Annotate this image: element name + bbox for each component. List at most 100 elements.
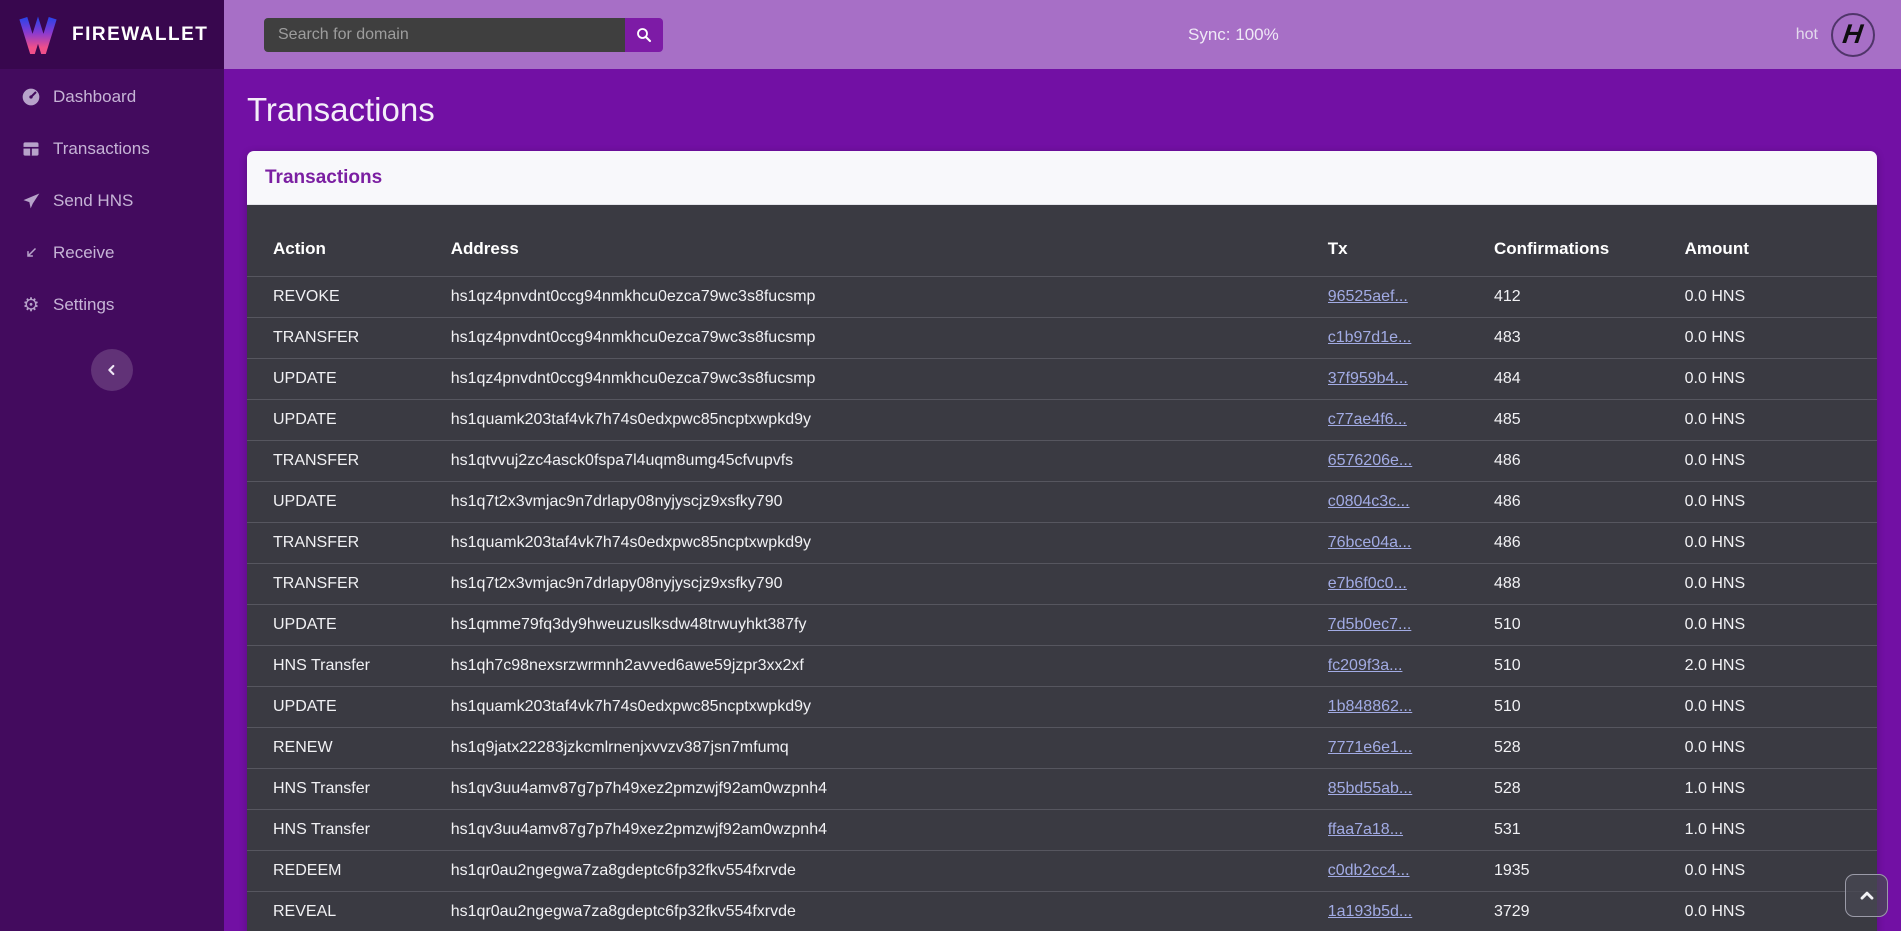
table-row: HNS Transferhs1qv3uu4amv87g7p7h49xez2pmz…	[247, 769, 1877, 810]
sidebar-item-label: Transactions	[53, 139, 150, 159]
tx-cell: e7b6f0c0...	[1328, 564, 1494, 605]
confirmations-cell: 412	[1494, 277, 1685, 318]
transactions-table: Action Address Tx Confirmations Amount R…	[247, 205, 1877, 931]
amount-cell: 1.0 HNS	[1685, 769, 1877, 810]
amount-cell: 0.0 HNS	[1685, 564, 1877, 605]
action-cell: UPDATE	[247, 605, 451, 646]
settings-gear-icon: ⚙	[20, 294, 42, 316]
action-cell: REVOKE	[247, 277, 451, 318]
sidebar-item-send-hns[interactable]: Send HNS	[0, 175, 224, 227]
confirmations-cell: 484	[1494, 359, 1685, 400]
search-button[interactable]	[625, 18, 663, 52]
tx-cell: 1a193b5d...	[1328, 892, 1494, 931]
send-paper-plane-icon	[20, 190, 42, 212]
page-title: Transactions	[247, 89, 1877, 131]
tx-cell: fc209f3a...	[1328, 646, 1494, 687]
amount-cell: 0.0 HNS	[1685, 318, 1877, 359]
sidebar-item-transactions[interactable]: Transactions	[0, 123, 224, 175]
confirmations-cell: 510	[1494, 646, 1685, 687]
address-cell: hs1qr0au2ngegwa7za8gdeptc6fp32fkv554fxrv…	[451, 892, 1328, 931]
dashboard-gauge-icon	[20, 86, 42, 108]
action-cell: UPDATE	[247, 400, 451, 441]
amount-cell: 0.0 HNS	[1685, 400, 1877, 441]
sidebar-item-receive[interactable]: Receive	[0, 227, 224, 279]
tx-link[interactable]: 96525aef...	[1328, 288, 1408, 305]
tx-link[interactable]: ffaa7a18...	[1328, 821, 1403, 838]
tx-link[interactable]: fc209f3a...	[1328, 657, 1403, 674]
tx-cell: 85bd55ab...	[1328, 769, 1494, 810]
tx-cell: c1b97d1e...	[1328, 318, 1494, 359]
sidebar-item-settings[interactable]: ⚙ Settings	[0, 279, 224, 331]
sync-status: Sync: 100%	[1188, 25, 1279, 45]
tx-cell: ffaa7a18...	[1328, 810, 1494, 851]
tx-cell: 76bce04a...	[1328, 523, 1494, 564]
tx-link[interactable]: 1a193b5d...	[1328, 903, 1413, 920]
confirmations-cell: 488	[1494, 564, 1685, 605]
address-cell: hs1quamk203taf4vk7h74s0edxpwc85ncptxwpkd…	[451, 687, 1328, 728]
table-row: REVEALhs1qr0au2ngegwa7za8gdeptc6fp32fkv5…	[247, 892, 1877, 931]
search-input[interactable]	[264, 18, 625, 52]
action-cell: TRANSFER	[247, 523, 451, 564]
tx-cell: 7771e6e1...	[1328, 728, 1494, 769]
address-cell: hs1qmme79fq3dy9hweuzuslksdw48trwuyhkt387…	[451, 605, 1328, 646]
tx-link[interactable]: 6576206e...	[1328, 452, 1413, 469]
action-cell: HNS Transfer	[247, 646, 451, 687]
table-row: TRANSFERhs1quamk203taf4vk7h74s0edxpwc85n…	[247, 523, 1877, 564]
tx-cell: 7d5b0ec7...	[1328, 605, 1494, 646]
confirmations-cell: 483	[1494, 318, 1685, 359]
address-cell: hs1qz4pnvdnt0ccg94nmkhcu0ezca79wc3s8fucs…	[451, 359, 1328, 400]
tx-link[interactable]: c0db2cc4...	[1328, 862, 1410, 879]
sidebar-item-label: Send HNS	[53, 191, 133, 211]
handshake-logo-icon[interactable]: H	[1831, 13, 1875, 57]
tx-link[interactable]: 1b848862...	[1328, 698, 1413, 715]
tx-link[interactable]: c1b97d1e...	[1328, 329, 1412, 346]
tx-cell: c0db2cc4...	[1328, 851, 1494, 892]
address-cell: hs1q9jatx22283jzkcmlrnenjxvvzv387jsn7mfu…	[451, 728, 1328, 769]
action-cell: TRANSFER	[247, 318, 451, 359]
address-cell: hs1q7t2x3vmjac9n7drlapy08nyjyscjz9xsfky7…	[451, 482, 1328, 523]
amount-cell: 0.0 HNS	[1685, 523, 1877, 564]
amount-cell: 2.0 HNS	[1685, 646, 1877, 687]
tx-link[interactable]: 85bd55ab...	[1328, 780, 1413, 797]
action-cell: UPDATE	[247, 482, 451, 523]
scroll-to-top-button[interactable]	[1845, 874, 1888, 917]
tx-link[interactable]: 37f959b4...	[1328, 370, 1408, 387]
transactions-card: Transactions Action Address Tx Confirmat…	[247, 151, 1877, 931]
action-cell: HNS Transfer	[247, 769, 451, 810]
column-header-address: Address	[451, 205, 1328, 277]
tx-cell: c0804c3c...	[1328, 482, 1494, 523]
amount-cell: 0.0 HNS	[1685, 277, 1877, 318]
tx-link[interactable]: 76bce04a...	[1328, 534, 1412, 551]
tx-link[interactable]: c0804c3c...	[1328, 493, 1410, 510]
tx-cell: 37f959b4...	[1328, 359, 1494, 400]
wallet-account: hot H	[1796, 13, 1875, 57]
confirmations-cell: 1935	[1494, 851, 1685, 892]
wallet-name-label: hot	[1796, 26, 1818, 44]
sidebar-collapse-button[interactable]	[91, 349, 133, 391]
table-row: RENEWhs1q9jatx22283jzkcmlrnenjxvvzv387js…	[247, 728, 1877, 769]
column-header-amount: Amount	[1685, 205, 1877, 277]
confirmations-cell: 485	[1494, 400, 1685, 441]
table-row: UPDATEhs1qmme79fq3dy9hweuzuslksdw48trwuy…	[247, 605, 1877, 646]
action-cell: REVEAL	[247, 892, 451, 931]
confirmations-cell: 3729	[1494, 892, 1685, 931]
amount-cell: 0.0 HNS	[1685, 605, 1877, 646]
tx-link[interactable]: c77ae4f6...	[1328, 411, 1407, 428]
tx-link[interactable]: 7d5b0ec7...	[1328, 616, 1412, 633]
tx-link[interactable]: e7b6f0c0...	[1328, 575, 1407, 592]
sidebar-item-dashboard[interactable]: Dashboard	[0, 71, 224, 123]
magnifier-icon	[635, 26, 653, 44]
confirmations-cell: 486	[1494, 482, 1685, 523]
address-cell: hs1qh7c98nexsrzwrmnh2avved6awe59jzpr3xx2…	[451, 646, 1328, 687]
action-cell: RENEW	[247, 728, 451, 769]
sidebar: FIREWALLET Dashboard Transactions	[0, 0, 224, 931]
action-cell: UPDATE	[247, 687, 451, 728]
tx-link[interactable]: 7771e6e1...	[1328, 739, 1413, 756]
address-cell: hs1q7t2x3vmjac9n7drlapy08nyjyscjz9xsfky7…	[451, 564, 1328, 605]
confirmations-cell: 486	[1494, 441, 1685, 482]
column-header-confirmations: Confirmations	[1494, 205, 1685, 277]
confirmations-cell: 531	[1494, 810, 1685, 851]
table-row: UPDATEhs1quamk203taf4vk7h74s0edxpwc85ncp…	[247, 400, 1877, 441]
brand-header: FIREWALLET	[0, 0, 224, 69]
card-header: Transactions	[247, 151, 1877, 205]
